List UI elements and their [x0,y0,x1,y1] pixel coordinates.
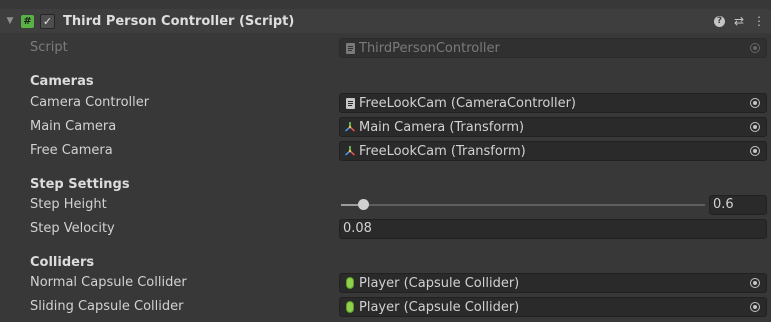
transform-axes-icon [344,145,356,157]
slider-thumb[interactable] [358,199,369,210]
transform-axes-icon [344,121,356,133]
object-picker-icon[interactable] [744,94,766,112]
script-file-icon [344,42,356,54]
step-height-label: Step Height [30,197,107,212]
step-settings-section-header: Step Settings [30,177,130,192]
free-camera-row: Free Camera FreeLookCam (Transform) [0,140,771,162]
sliding-capsule-label: Sliding Capsule Collider [30,299,184,314]
triangle-down-icon[interactable]: ▼ [2,16,18,26]
component-header[interactable]: ▼ # ✓ Third Person Controller (Script) ?… [0,9,771,33]
free-camera-field[interactable]: FreeLookCam (Transform) [339,141,767,161]
script-row: Script ThirdPersonController [0,37,771,59]
step-height-row: Step Height 0.6 [0,194,771,216]
script-label: Script [30,40,68,55]
component-enabled-checkbox[interactable]: ✓ [40,13,55,29]
normal-capsule-row: Normal Capsule Collider Player (Capsule … [0,272,771,294]
camera-controller-row: Camera Controller FreeLookCam (CameraCon… [0,92,771,114]
object-picker-icon[interactable] [744,274,766,292]
sliding-capsule-value: Player (Capsule Collider) [359,299,520,315]
object-picker-icon [744,39,766,57]
normal-capsule-field[interactable]: Player (Capsule Collider) [339,273,767,293]
cameras-section-header: Cameras [30,74,94,89]
script-field-value: ThirdPersonController [359,40,500,56]
component-title: Third Person Controller (Script) [63,13,295,29]
main-camera-label: Main Camera [30,119,117,134]
capsule-collider-icon [344,301,356,313]
normal-capsule-value: Player (Capsule Collider) [359,275,520,291]
camera-controller-field[interactable]: FreeLookCam (CameraController) [339,93,767,113]
step-velocity-label: Step Velocity [30,221,115,236]
header-actions: ? ⇄ ⋮ [713,9,765,33]
help-icon[interactable]: ? [713,15,725,27]
free-camera-label: Free Camera [30,143,113,158]
script-field: ThirdPersonController [339,38,767,58]
main-camera-value: Main Camera (Transform) [359,119,525,135]
object-picker-icon[interactable] [744,142,766,160]
step-height-input[interactable]: 0.6 [709,195,767,215]
main-camera-row: Main Camera Main Camera (Transform) [0,116,771,138]
script-hash-icon: # [21,14,34,28]
camera-controller-label: Camera Controller [30,95,150,110]
normal-capsule-label: Normal Capsule Collider [30,275,187,290]
capsule-collider-icon [344,277,356,289]
step-velocity-input[interactable]: 0.08 [339,219,767,239]
colliders-section-header: Colliders [30,255,95,270]
object-picker-icon[interactable] [744,298,766,316]
script-file-icon [344,97,356,109]
inspector-panel: ▼ # ✓ Third Person Controller (Script) ?… [0,0,771,322]
sliding-capsule-row: Sliding Capsule Collider Player (Capsule… [0,296,771,318]
preset-sliders-icon[interactable]: ⇄ [734,9,744,33]
step-height-slider[interactable] [341,199,705,210]
sliding-capsule-field[interactable]: Player (Capsule Collider) [339,297,767,317]
camera-controller-value: FreeLookCam (CameraController) [359,95,576,111]
main-camera-field[interactable]: Main Camera (Transform) [339,117,767,137]
object-picker-icon[interactable] [744,118,766,136]
step-velocity-row: Step Velocity 0.08 [0,218,771,240]
kebab-menu-icon[interactable]: ⋮ [753,9,765,33]
free-camera-value: FreeLookCam (Transform) [359,143,526,159]
